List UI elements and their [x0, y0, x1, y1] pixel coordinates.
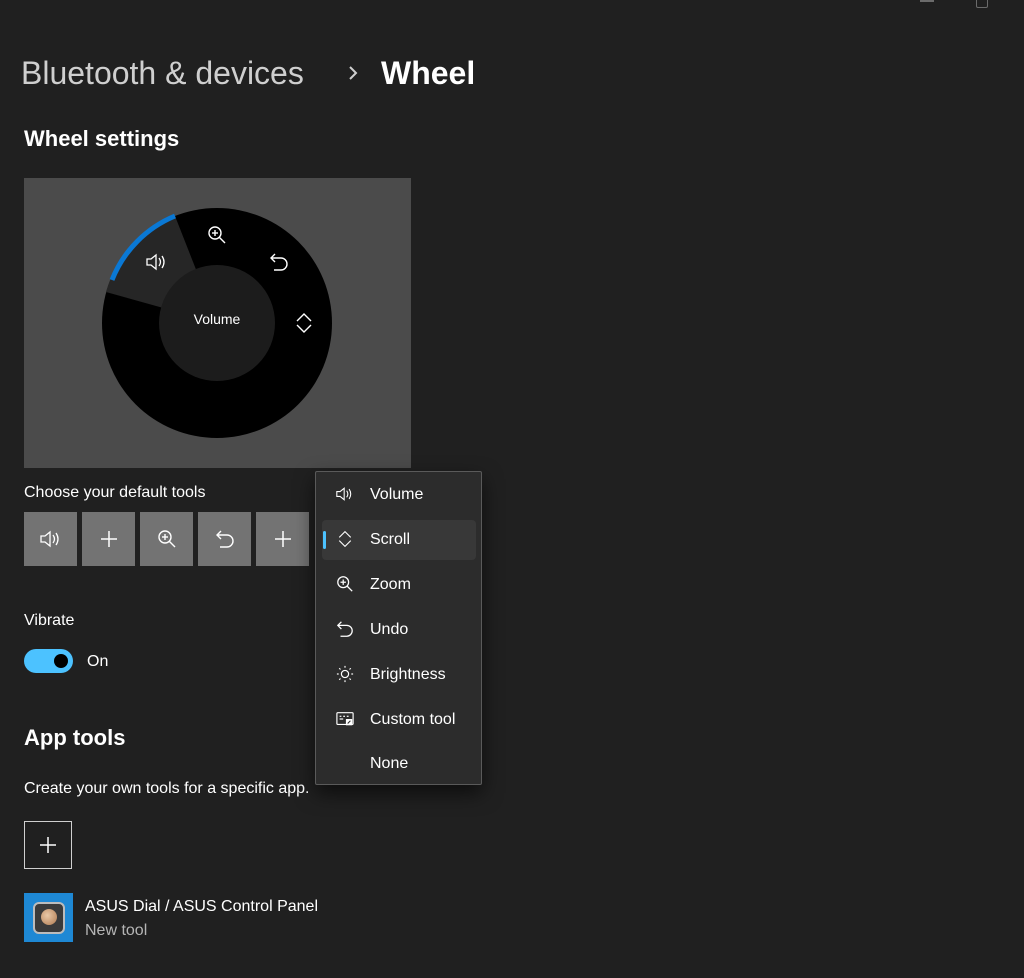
volume-icon: [39, 530, 59, 548]
zoom-in-icon: [337, 576, 353, 592]
menu-item-label: Custom tool: [370, 711, 456, 728]
app-tools-description: Create your own tools for a specific app…: [24, 780, 310, 797]
custom-tool-icon: [336, 712, 354, 726]
tool-slot-add[interactable]: [256, 512, 309, 566]
tool-slot-zoom[interactable]: [140, 512, 193, 566]
maximize-icon[interactable]: [976, 0, 988, 8]
default-tools-label: Choose your default tools: [24, 484, 206, 501]
plus-icon: [40, 837, 56, 853]
menu-item-label: Brightness: [370, 666, 446, 683]
asus-dial-app-icon: [24, 893, 73, 942]
undo-icon: [336, 621, 353, 637]
menu-item-label: Volume: [370, 486, 424, 503]
wheel-preview: Volume: [24, 178, 411, 468]
wheel-settings-heading: Wheel settings: [24, 126, 180, 151]
menu-item-zoom[interactable]: Zoom: [322, 565, 476, 605]
app-tools-heading: App tools: [24, 725, 126, 750]
menu-item-label: Undo: [370, 621, 409, 638]
undo-icon: [215, 530, 234, 548]
menu-item-none[interactable]: None: [322, 744, 476, 784]
toggle-knob: [54, 654, 68, 668]
tool-slot-volume[interactable]: [24, 512, 77, 566]
tool-slot-undo[interactable]: [198, 512, 251, 566]
vibrate-toggle[interactable]: [24, 649, 73, 673]
default-tools-row: [24, 512, 309, 566]
menu-item-custom-tool[interactable]: Custom tool: [322, 700, 476, 740]
zoom-in-icon: [157, 530, 175, 548]
menu-item-scroll[interactable]: Scroll: [322, 520, 476, 560]
menu-item-brightness[interactable]: Brightness: [322, 655, 476, 695]
app-subtitle: New tool: [85, 922, 148, 939]
vibrate-label: Vibrate: [24, 612, 75, 629]
menu-item-label: None: [370, 755, 409, 772]
add-app-tool-button[interactable]: [24, 821, 72, 869]
vibrate-state: On: [87, 653, 109, 670]
menu-item-undo[interactable]: Undo: [322, 610, 476, 650]
selection-indicator: [323, 531, 326, 549]
chevron-right-icon: [346, 58, 360, 93]
minimize-icon[interactable]: [920, 0, 934, 2]
menu-item-volume[interactable]: Volume: [322, 475, 476, 515]
scroll-icon: [338, 530, 352, 548]
tool-picker-menu: Volume Scroll Zoom Undo Brightness Custo…: [315, 471, 482, 785]
menu-item-label: Zoom: [370, 576, 411, 593]
app-name[interactable]: ASUS Dial / ASUS Control Panel: [85, 897, 318, 917]
plus-icon: [274, 531, 291, 547]
breadcrumb-parent[interactable]: Bluetooth & devices: [21, 52, 304, 94]
volume-icon: [336, 487, 352, 501]
wheel-center-label: Volume: [193, 311, 241, 327]
brightness-icon: [336, 665, 354, 683]
menu-item-label: Scroll: [370, 531, 411, 548]
plus-icon: [100, 531, 117, 547]
tool-slot-add[interactable]: [82, 512, 135, 566]
page-title: Wheel: [381, 55, 476, 91]
